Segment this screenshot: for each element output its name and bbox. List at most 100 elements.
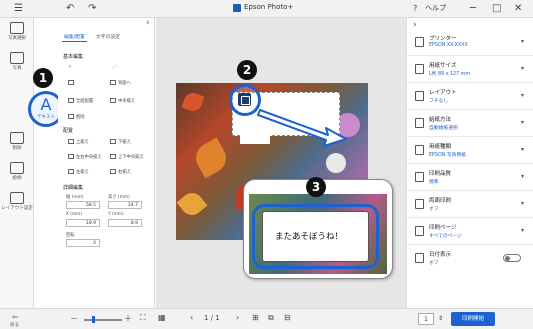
setting-paper-size[interactable]: 用紙サイズ L判 89 x 127 mm ▾ xyxy=(407,56,533,83)
sidebar-item-delete[interactable]: 削除 xyxy=(0,130,34,160)
page-indicator: 1 / 1 xyxy=(204,314,220,322)
paper-type-icon xyxy=(415,145,424,155)
zoom-out-icon[interactable]: － xyxy=(70,313,78,324)
sidebar-label: テキスト xyxy=(37,115,55,120)
bring-front-button[interactable] xyxy=(68,80,76,86)
back-label[interactable]: 戻る xyxy=(10,322,19,328)
pages-icon xyxy=(415,226,424,236)
x-field[interactable]: 18.9 xyxy=(66,219,100,227)
copies-input[interactable]: 1 xyxy=(418,313,434,325)
hamburger-icon[interactable]: ☰ xyxy=(14,2,23,16)
date-icon xyxy=(415,253,424,263)
setting-paper-feed[interactable]: 給紙方法 自動給紙選択 ▾ xyxy=(407,110,533,137)
window-title: Epson Photo+ xyxy=(244,3,294,11)
app-window: ☰ ↶ ↷ Epson Photo+ ? ヘルプ ─ □ ✕ 写真選択 写真 削… xyxy=(0,0,533,329)
rotate-label: 回転 xyxy=(66,233,75,238)
step-marker-2: 2 xyxy=(237,60,257,80)
sidebar-label: 削除 xyxy=(12,146,22,151)
tool-label: 上下中央揃え xyxy=(118,155,144,160)
callout-text-box[interactable]: またあそぼうね！ xyxy=(262,211,369,262)
leaf-shape xyxy=(190,137,232,179)
setting-pages[interactable]: 印刷ページ すべてのページ ▾ xyxy=(407,218,533,245)
align-left-button[interactable]: 左揃え xyxy=(68,169,89,175)
y-field[interactable]: 8.9 xyxy=(108,219,142,227)
tool-label: 右揃え xyxy=(118,170,131,175)
fit-screen-icon[interactable]: ⛶ xyxy=(140,313,146,323)
setting-layout[interactable]: レイアウト フチなし ▾ xyxy=(407,83,533,110)
step-marker-1: 1 xyxy=(33,68,53,88)
setting-value: EPSON XX-XXXX xyxy=(429,43,468,48)
align-hcenter-button[interactable]: 左右中央揃え xyxy=(68,154,102,160)
chevron-down-icon: ▾ xyxy=(521,227,525,234)
step-marker-3: 3 xyxy=(306,177,326,197)
width-field[interactable]: 58.5 xyxy=(66,201,100,209)
leaf-shape xyxy=(176,188,208,220)
close-button[interactable]: ✕ xyxy=(514,2,522,16)
setting-value: 自動給紙選択 xyxy=(429,126,458,131)
sidebar-item-pattern[interactable]: 絵柄 xyxy=(0,160,34,190)
photo-select-icon xyxy=(10,22,24,34)
sidebar-item-layout[interactable]: レイアウト設定 xyxy=(0,190,34,220)
setting-quality[interactable]: 印刷品質 標準 ▾ xyxy=(407,164,533,191)
maximize-button[interactable]: □ xyxy=(492,2,501,16)
paper-size-icon xyxy=(415,64,424,74)
copy-page-icon[interactable]: ⧉ xyxy=(268,313,274,323)
chevron-down-icon: ▾ xyxy=(521,38,525,45)
delete-page-icon[interactable]: ⊟ xyxy=(284,313,291,322)
chevron-left-icon[interactable]: ‹ xyxy=(146,18,150,28)
printer-icon xyxy=(415,37,424,47)
align-vcenter-button[interactable]: 上下中央揃え xyxy=(110,154,144,160)
setting-duplex[interactable]: 両面印刷 オフ ▾ xyxy=(407,191,533,218)
height-field[interactable]: 24.7 xyxy=(108,201,142,209)
zoom-slider[interactable] xyxy=(84,316,122,322)
sidebar-item-photo-select[interactable]: 写真選択 xyxy=(0,20,34,50)
setting-value: すべてのページ xyxy=(429,234,462,239)
back-icon[interactable]: ⇦ xyxy=(12,313,18,321)
sidebar-item-photo[interactable]: 写真 xyxy=(0,50,34,80)
setting-paper-type[interactable]: 用紙種類 EPSON 写真用紙 ▾ xyxy=(407,137,533,164)
next-page-icon[interactable]: › xyxy=(236,313,239,322)
copies-stepper-icon[interactable]: ⇕ xyxy=(438,315,443,322)
setting-label: 用紙種類 xyxy=(429,144,452,150)
bottom-toolbar: ⇦ 戻る － ＋ ⛶ ▦ ‹ 1 / 1 › ⊞ ⧉ ⊟ 1 ⇕ 印刷開始 xyxy=(0,308,533,329)
add-page-icon[interactable]: ⊞ xyxy=(252,313,259,322)
help-icon[interactable]: ? xyxy=(413,2,417,16)
redo-icon[interactable]: ↷ xyxy=(88,2,96,16)
text-icon: A xyxy=(40,95,52,114)
send-back-button[interactable]: 背面へ xyxy=(110,80,131,86)
fit-icon: ✥ xyxy=(68,65,72,70)
chevron-down-icon: ▾ xyxy=(521,200,525,207)
help-link[interactable]: ヘルプ xyxy=(425,3,446,13)
print-button[interactable]: 印刷開始 xyxy=(451,312,495,326)
title-bar: ☰ ↶ ↷ Epson Photo+ ? ヘルプ ─ □ ✕ xyxy=(0,0,533,18)
align-top-button[interactable]: 上揃え xyxy=(68,139,89,145)
chevron-down-icon: ▾ xyxy=(521,65,525,72)
center-align-button[interactable]: 中央揃え xyxy=(110,98,135,104)
align-bottom-button[interactable]: 下揃え xyxy=(110,139,131,145)
setting-date: 日付表示 オフ xyxy=(407,245,533,272)
fill-all-button[interactable]: 全面配置 xyxy=(68,98,93,104)
chevron-down-icon: ▾ xyxy=(521,173,525,180)
zoom-in-icon[interactable]: ＋ xyxy=(124,313,132,324)
setting-value: 標準 xyxy=(429,180,439,185)
resize-handle-icon[interactable] xyxy=(238,93,251,106)
delete-button[interactable]: 削除 xyxy=(68,114,85,120)
grid-icon[interactable]: ▦ xyxy=(158,313,166,322)
setting-value: フチなし xyxy=(429,99,449,104)
date-toggle[interactable] xyxy=(503,254,521,262)
tab-edit-layout[interactable]: 編集/配置 xyxy=(62,32,87,42)
section-align: 配置 xyxy=(63,128,74,134)
setting-value: オフ xyxy=(429,207,439,212)
quality-icon xyxy=(415,172,424,182)
tab-text-settings[interactable]: 文字の設定 xyxy=(94,32,122,41)
undo-icon[interactable]: ↶ xyxy=(66,2,74,16)
prev-page-icon[interactable]: ‹ xyxy=(190,313,193,322)
tool-label: 背面へ xyxy=(118,81,131,86)
minimize-button[interactable]: ─ xyxy=(470,2,476,16)
section-detail-edit: 詳細編集 xyxy=(63,185,84,191)
setting-printer[interactable]: プリンター EPSON XX-XXXX ▾ xyxy=(407,29,533,56)
align-right-button[interactable]: 右揃え xyxy=(110,169,131,175)
y-label: Y (mm) xyxy=(108,212,124,217)
delete-icon xyxy=(10,132,24,144)
rotate-field[interactable]: 0 xyxy=(66,239,100,247)
